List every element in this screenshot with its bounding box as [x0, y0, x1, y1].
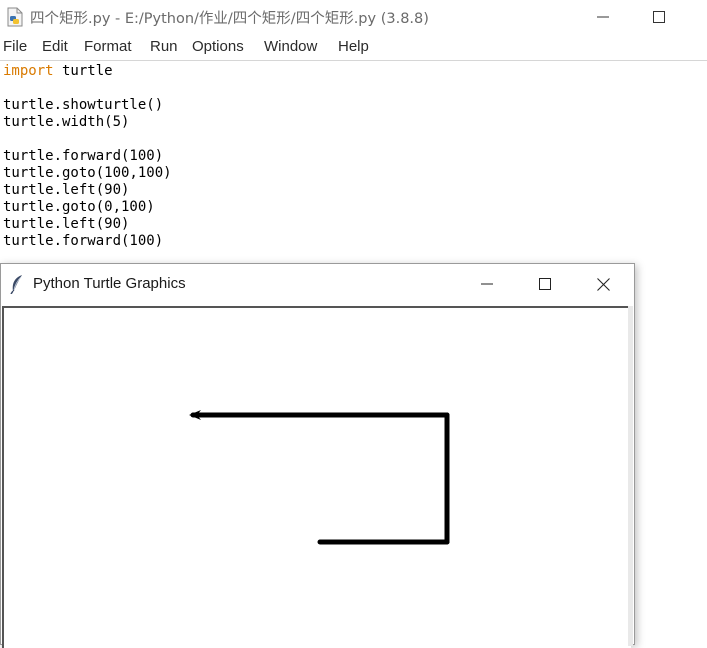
menu-options[interactable]: Options [192, 38, 244, 55]
minimize-button[interactable] [458, 264, 516, 304]
code-line: turtle.left(90) [3, 182, 130, 198]
maximize-icon [539, 278, 551, 290]
code-editor[interactable]: import turtle turtle.showturtle() turtle… [0, 61, 707, 261]
turtle-title-bar: Python Turtle Graphics [1, 264, 634, 304]
code-line: turtle.goto(0,100) [3, 199, 155, 215]
menu-window[interactable]: Window [264, 38, 317, 55]
code-line: turtle.goto(100,100) [3, 165, 172, 181]
menu-edit[interactable]: Edit [42, 38, 68, 55]
window-title: 四个矩形.py - E:/Python/作业/四个矩形/四个矩形.py (3.8… [30, 11, 429, 27]
menu-help[interactable]: Help [338, 38, 369, 55]
code-line: turtle.forward(100) [3, 233, 164, 249]
turtle-canvas[interactable] [4, 308, 629, 646]
maximize-button[interactable] [636, 0, 682, 34]
close-button[interactable] [574, 264, 632, 304]
minimize-icon [481, 283, 493, 285]
maximize-button[interactable] [516, 264, 574, 304]
menu-bar: File Edit Format Run Options Window Help [0, 34, 707, 61]
code-line: turtle.left(90) [3, 216, 130, 232]
code-line: turtle.width(5) [3, 114, 130, 130]
menu-run[interactable]: Run [150, 38, 178, 55]
code-line: turtle.showturtle() [3, 97, 164, 113]
minimize-icon [597, 16, 609, 18]
menu-format[interactable]: Format [84, 38, 132, 55]
minimize-button[interactable] [580, 0, 626, 34]
code-line: import turtle [3, 63, 113, 80]
editor-title-bar: 四个矩形.py - E:/Python/作业/四个矩形/四个矩形.py (3.8… [0, 0, 707, 34]
turtle-graphics-window: Python Turtle Graphics [0, 263, 635, 648]
turtle-canvas-frame [2, 306, 631, 648]
close-icon [596, 277, 610, 291]
keyword-import: import [3, 63, 54, 79]
turtle-window-title: Python Turtle Graphics [33, 275, 186, 292]
python-file-icon [7, 7, 23, 27]
code-line: turtle.forward(100) [3, 148, 164, 164]
feather-icon [10, 275, 22, 294]
maximize-icon [653, 11, 665, 23]
import-module: turtle [53, 63, 113, 79]
menu-file[interactable]: File [3, 38, 27, 55]
canvas-scrollbar[interactable] [628, 306, 633, 646]
